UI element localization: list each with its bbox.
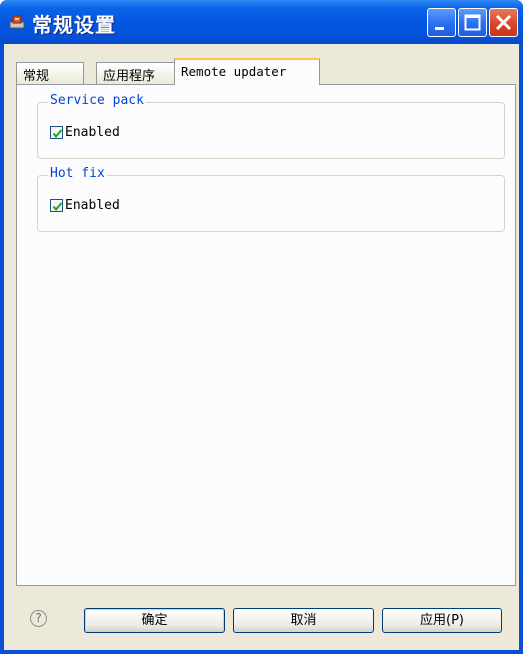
checkbox-box[interactable]: [50, 126, 63, 139]
cancel-button[interactable]: 取消: [233, 608, 374, 633]
group-legend: Service pack: [48, 93, 146, 108]
checkbox-label: Enabled: [65, 125, 120, 140]
window-title: 常规设置: [32, 13, 116, 37]
app-icon: [9, 15, 25, 29]
tab-panel-remote-updater: Service pack Enabled Hot fix Enabled: [16, 84, 516, 586]
hot-fix-group: Hot fix Enabled: [37, 166, 505, 232]
checkbox-label: Enabled: [65, 198, 120, 213]
settings-window: 常规设置 常规 应用程序 Remote updater Service pack…: [0, 0, 523, 654]
minimize-button[interactable]: [427, 8, 456, 37]
checkmark-icon: [52, 129, 63, 139]
close-button[interactable]: [489, 8, 518, 37]
tab-strip: 常规 应用程序 Remote updater: [16, 57, 516, 85]
checkbox-box[interactable]: [50, 199, 63, 212]
maximize-icon: [464, 14, 481, 31]
tab-applications[interactable]: 应用程序: [96, 62, 175, 84]
tab-remote-updater[interactable]: Remote updater: [174, 58, 320, 85]
apply-button[interactable]: 应用(P): [382, 608, 502, 633]
dialog-body: 常规 应用程序 Remote updater Service pack Enab…: [4, 44, 519, 650]
checkmark-icon: [52, 202, 63, 212]
hot-fix-enabled-checkbox[interactable]: Enabled: [50, 198, 120, 213]
group-legend: Hot fix: [48, 166, 107, 181]
title-bar[interactable]: 常规设置: [0, 0, 523, 44]
close-icon: [495, 14, 512, 31]
tab-label: 应用程序: [103, 69, 156, 84]
service-pack-group: Service pack Enabled: [37, 93, 505, 159]
service-pack-enabled-checkbox[interactable]: Enabled: [50, 125, 120, 140]
maximize-button[interactable]: [458, 8, 487, 37]
minimize-icon: [435, 27, 444, 30]
tab-label: Remote updater: [181, 64, 287, 79]
help-icon[interactable]: ?: [30, 610, 47, 627]
ok-button[interactable]: 确定: [84, 608, 225, 633]
tab-label: 常规: [23, 69, 50, 84]
tab-general[interactable]: 常规: [16, 62, 84, 84]
